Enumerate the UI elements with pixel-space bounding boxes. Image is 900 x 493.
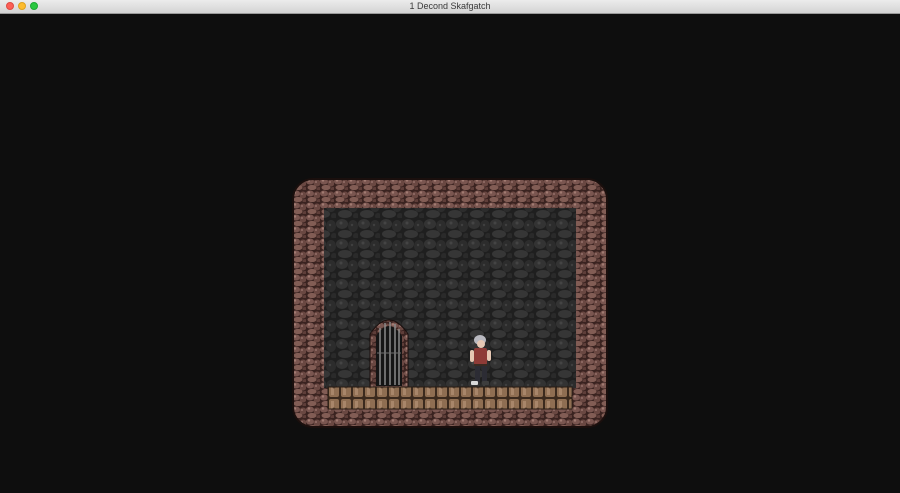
back-wall: [324, 208, 576, 388]
game-window: 1 Decond Skafgatch: [0, 0, 900, 493]
window-titlebar: 1 Decond Skafgatch: [0, 0, 900, 14]
wooden-floor: [327, 386, 573, 410]
window-title: 1 Decond Skafgatch: [409, 1, 491, 11]
dungeon-room: [292, 178, 608, 428]
game-viewport[interactable]: [0, 14, 900, 493]
barred-door-icon[interactable]: [369, 319, 409, 389]
